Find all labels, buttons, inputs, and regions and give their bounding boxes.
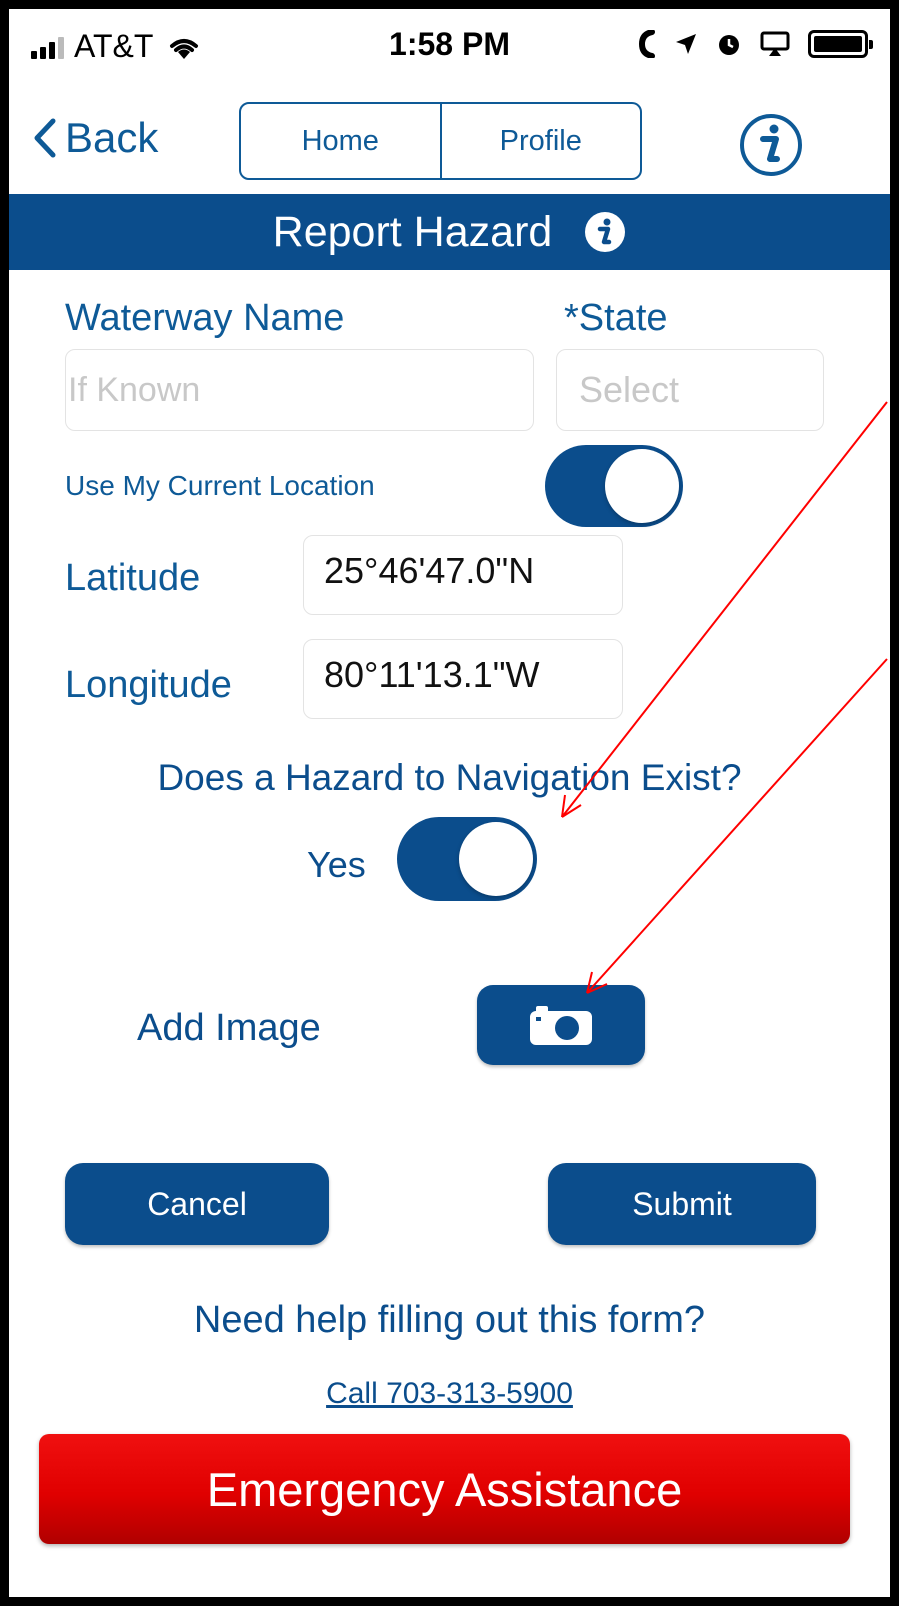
help-question: Need help filling out this form? bbox=[193, 1299, 706, 1341]
back-label: Back bbox=[65, 114, 159, 161]
segmented-control: Home Profile bbox=[239, 102, 642, 180]
battery-icon bbox=[808, 30, 873, 58]
state-label: *State bbox=[564, 297, 668, 339]
longitude-value: 80°11'13.1"W bbox=[324, 654, 540, 695]
state-select[interactable] bbox=[556, 349, 824, 431]
header-info-icon[interactable] bbox=[584, 211, 626, 253]
latitude-value: 25°46'47.0"N bbox=[324, 550, 535, 591]
location-arrow-icon bbox=[676, 34, 696, 54]
add-image-button[interactable] bbox=[477, 985, 645, 1065]
emergency-assistance-button[interactable]: Emergency Assistance bbox=[39, 1434, 850, 1544]
hazard-toggle-label: Yes bbox=[307, 844, 366, 885]
waterway-field[interactable] bbox=[65, 349, 534, 431]
toggle-knob bbox=[605, 449, 679, 523]
annotation-arrow-image bbox=[586, 658, 888, 994]
waterway-input[interactable] bbox=[66, 350, 533, 430]
alarm-clock-icon bbox=[719, 35, 739, 55]
latitude-field[interactable]: 25°46'47.0"N bbox=[303, 535, 623, 615]
navigation-bar: Back Home Profile bbox=[9, 84, 890, 199]
longitude-field[interactable]: 80°11'13.1"W bbox=[303, 639, 623, 719]
call-phone-link[interactable]: Call 703-313-5900 bbox=[9, 1377, 890, 1411]
submit-button[interactable]: Submit bbox=[548, 1163, 816, 1245]
cancel-button[interactable]: Cancel bbox=[65, 1163, 329, 1245]
status-bar: AT&T 1:58 PM bbox=[9, 9, 890, 84]
page-title: Report Hazard bbox=[272, 207, 553, 256]
hazard-question: Does a Hazard to Navigation Exist? bbox=[157, 757, 742, 798]
back-button[interactable]: Back bbox=[33, 114, 158, 162]
latitude-label: Latitude bbox=[65, 557, 201, 599]
tab-profile[interactable]: Profile bbox=[439, 104, 641, 178]
longitude-label: Longitude bbox=[65, 664, 232, 706]
phone-screen: AT&T 1:58 PM Back Home Profile Report Ha… bbox=[9, 9, 890, 1597]
phone-call-icon bbox=[638, 30, 655, 58]
hazard-toggle[interactable] bbox=[397, 817, 537, 901]
chevron-left-icon bbox=[34, 118, 56, 158]
page-header: Report Hazard bbox=[9, 194, 890, 270]
use-location-label: Use My Current Location bbox=[65, 470, 375, 501]
airplay-icon bbox=[760, 31, 790, 56]
tab-home[interactable]: Home bbox=[241, 104, 440, 178]
state-input[interactable] bbox=[557, 350, 823, 430]
add-image-label: Add Image bbox=[137, 1007, 321, 1049]
toggle-knob bbox=[459, 822, 533, 896]
camera-icon bbox=[530, 1006, 592, 1045]
info-icon[interactable] bbox=[739, 113, 803, 177]
status-right bbox=[638, 30, 873, 58]
use-location-toggle[interactable] bbox=[545, 445, 683, 527]
waterway-label: Waterway Name bbox=[65, 297, 345, 339]
